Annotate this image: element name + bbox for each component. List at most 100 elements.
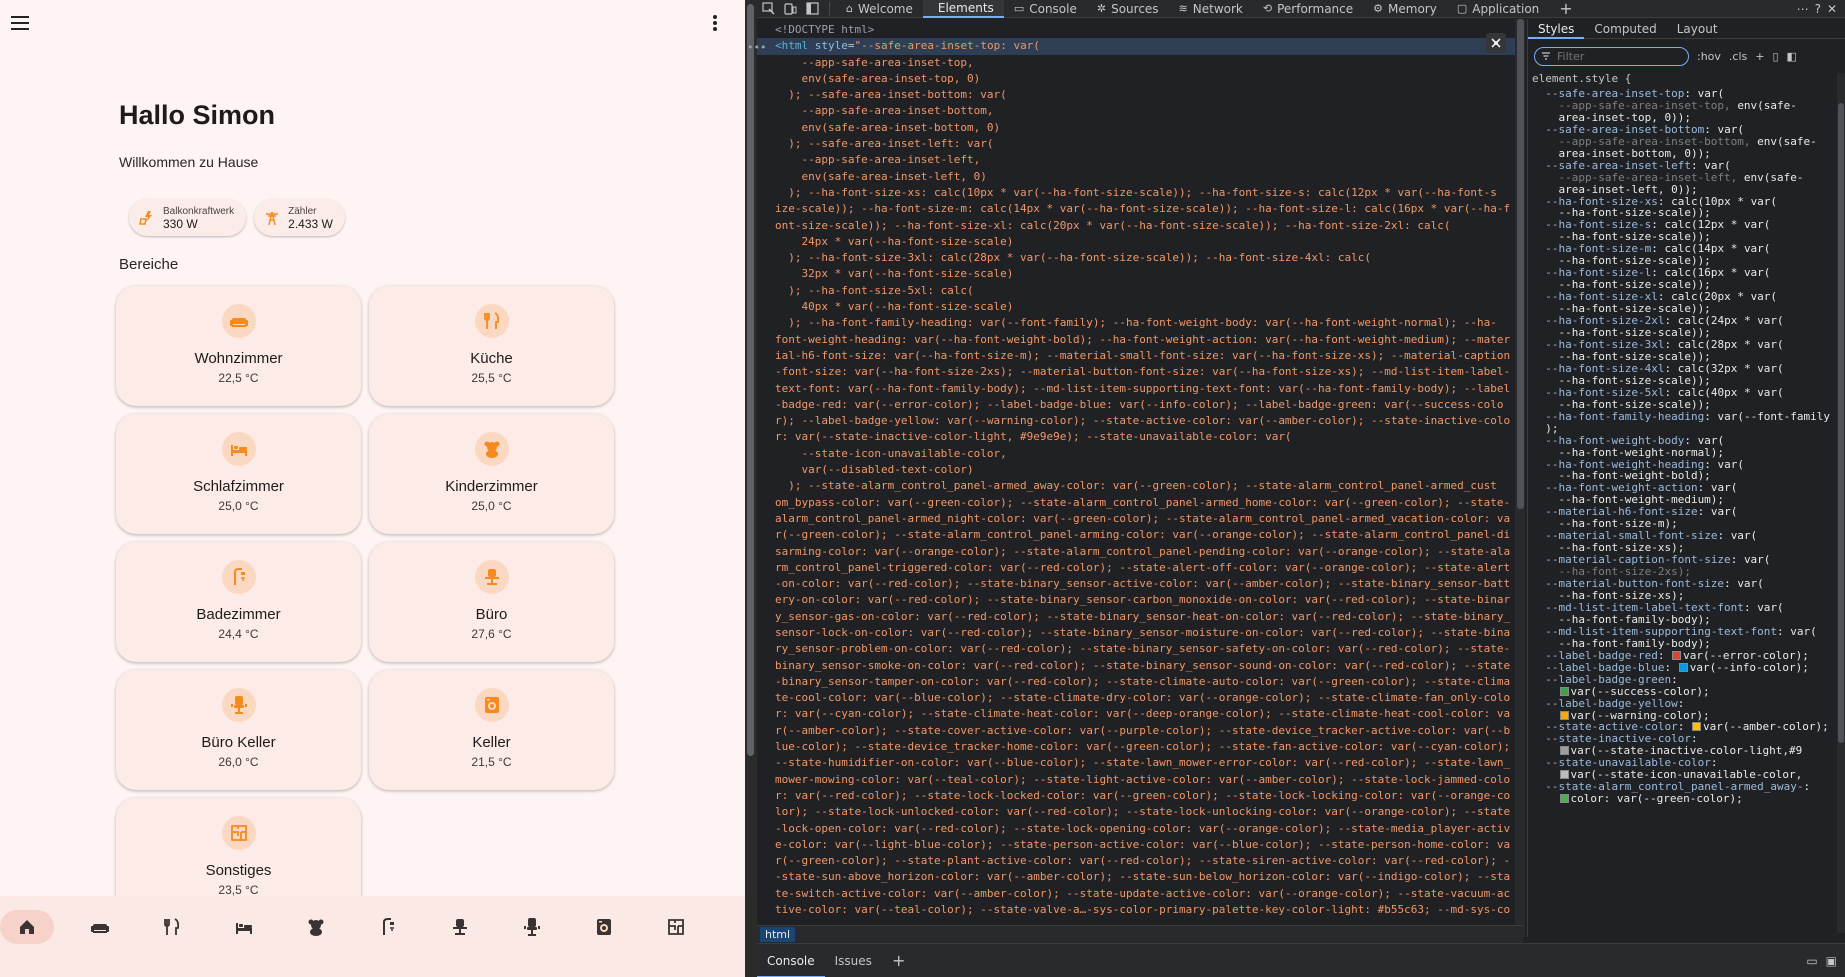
styles-filter-row: :hov .cls + ▯ ◧	[1528, 39, 1845, 73]
color-swatch[interactable]	[1678, 662, 1688, 672]
nav-item-washing-machine[interactable]	[568, 910, 640, 944]
device-toolbar-button[interactable]	[779, 0, 801, 18]
area-card[interactable]: Büro 27,6 °C	[369, 542, 614, 662]
code-line: <html style="--safe-area-inset-top: var(	[757, 38, 1523, 55]
hamburger-menu-button[interactable]	[6, 11, 34, 35]
color-swatch[interactable]	[1559, 794, 1569, 804]
tab-performance[interactable]: ⟲ Performance	[1253, 0, 1363, 18]
color-swatch[interactable]	[1559, 710, 1569, 720]
code-line: 40px * var(--ha-font-size-scale)	[775, 300, 1014, 314]
more-options-icon[interactable]: ⋯	[1797, 2, 1809, 16]
filter-icon	[1542, 52, 1550, 60]
inspect-icon	[761, 2, 775, 15]
area-icon-badge	[474, 432, 509, 466]
new-rule-icon[interactable]: +	[1755, 50, 1764, 63]
help-icon[interactable]: ?	[1815, 2, 1821, 16]
sidebar-toggle-icon[interactable]: ◧	[1787, 50, 1797, 63]
area-icon-badge	[474, 304, 509, 338]
styles-tab-computed[interactable]: Computed	[1584, 19, 1666, 39]
nav-item-office-chair[interactable]	[496, 910, 568, 944]
area-icon-badge	[474, 560, 509, 594]
inspect-element-button[interactable]	[757, 0, 779, 18]
html-node-source[interactable]: <html style="--safe-area-inset-top: var(…	[757, 38, 1523, 918]
styles-tab-layout[interactable]: Layout	[1667, 19, 1728, 39]
color-swatch[interactable]	[1672, 650, 1682, 660]
shower-icon	[233, 568, 245, 585]
tab-elements[interactable]: Elements	[922, 0, 1004, 18]
scrollbar-thumb[interactable]	[747, 4, 754, 756]
nav-item-shower[interactable]	[352, 910, 424, 944]
tab-welcome[interactable]: ⌂ Welcome	[836, 0, 923, 18]
hover-state-toggle[interactable]: :hov	[1697, 50, 1721, 63]
class-toggle[interactable]: .cls	[1729, 50, 1747, 63]
pin-button[interactable]	[1486, 33, 1506, 53]
styles-tab-styles[interactable]: Styles	[1528, 19, 1585, 39]
scrollbar-thumb[interactable]	[1517, 19, 1524, 509]
dock-icon[interactable]: ▭	[1806, 954, 1817, 968]
color-swatch[interactable]	[1559, 746, 1569, 756]
solar-power-icon	[139, 210, 152, 225]
nav-item-bed[interactable]	[208, 910, 280, 944]
area-card[interactable]: Wohnzimmer 22,5 °C	[116, 286, 361, 406]
badge-balkonkraftwerk[interactable]: Balkonkraftwerk 330 W	[129, 199, 247, 236]
code-line: --state-humidifier-on-color: var(--blue-…	[775, 756, 1511, 770]
nav-item-fork-knife[interactable]	[136, 910, 208, 944]
tab-network[interactable]: ≋ Network	[1169, 0, 1253, 18]
drawer-tab-console[interactable]: Console	[757, 944, 825, 977]
dock-side-button[interactable]	[801, 0, 823, 18]
code-line: te-switch-active-color: var(--amber-colo…	[775, 886, 1511, 900]
add-drawer-tab-button[interactable]: +	[882, 944, 915, 977]
color-format-icon[interactable]: ▯	[1772, 50, 1778, 63]
area-temperature: 25,5 °C	[471, 371, 512, 385]
color-swatch[interactable]	[1559, 686, 1569, 696]
drawer-tab-issues[interactable]: Issues	[825, 944, 882, 977]
doctype-line[interactable]: <!DOCTYPE html>	[757, 19, 1523, 38]
tab-console[interactable]: ▭ Console	[1004, 0, 1087, 18]
elements-scrollbar[interactable]	[1515, 19, 1525, 937]
area-card[interactable]: Büro Keller 26,0 °C	[116, 670, 361, 790]
code-line: font-weight-heading: var(--ha-font-weigh…	[775, 332, 1511, 346]
code-line: ont-size-scale)); --ha-font-size-xl: cal…	[775, 218, 1451, 232]
area-name: Schlafzimmer	[193, 478, 284, 495]
color-swatch[interactable]	[1559, 770, 1569, 780]
close-icon[interactable]: ✕	[1827, 2, 1837, 16]
style-declarations[interactable]: --safe-area-inset-top: var( --app-safe-a…	[1532, 87, 1845, 805]
badge-label: Zähler	[288, 205, 317, 217]
code-line: r(--amber-color); --state-cover-active-c…	[775, 723, 1511, 737]
floor-plan-icon	[668, 919, 684, 935]
tab-application[interactable]: ▢ Application	[1447, 0, 1549, 18]
area-icon-badge	[221, 432, 256, 466]
styles-filter-field[interactable]	[1534, 46, 1689, 66]
add-tab-button[interactable]: +	[1549, 0, 1582, 18]
breadcrumb-html[interactable]: html	[760, 927, 796, 942]
area-temperature: 25,0 °C	[218, 499, 259, 513]
nav-item-floor-plan[interactable]	[640, 910, 712, 944]
styles-filter-input[interactable]	[1557, 49, 1677, 63]
nav-item-home[interactable]	[0, 910, 54, 944]
desk-chair-icon	[453, 919, 467, 935]
sidebar-icon	[805, 2, 819, 15]
close-drawer-icon[interactable]: ▣	[1826, 954, 1837, 968]
area-card[interactable]: Keller 21,5 °C	[369, 670, 614, 790]
nav-item-teddy-bear[interactable]	[280, 910, 352, 944]
styles-tabs: Styles Computed Layout	[1528, 19, 1845, 39]
overflow-menu-button[interactable]	[705, 11, 725, 35]
app-scrollbar[interactable]	[745, 0, 757, 977]
node-ellipsis-icon[interactable]: •••	[747, 41, 766, 54]
area-name: Sonstiges	[205, 862, 272, 879]
badge-zaehler[interactable]: Zähler 2.433 W	[254, 199, 345, 236]
styles-scrollbar[interactable]	[1837, 73, 1845, 933]
tab-memory[interactable]: ⚙ Memory	[1363, 0, 1447, 18]
scrollbar-thumb[interactable]	[1838, 103, 1844, 743]
area-card[interactable]: Badezimmer 24,4 °C	[116, 542, 361, 662]
section-title-areas: Bereiche	[119, 256, 179, 273]
tab-sources[interactable]: ✲ Sources	[1087, 0, 1169, 18]
nav-item-desk-chair[interactable]	[424, 910, 496, 944]
area-card[interactable]: Kinderzimmer 25,0 °C	[369, 414, 614, 534]
area-card[interactable]: Schlafzimmer 25,0 °C	[116, 414, 361, 534]
color-swatch[interactable]	[1691, 722, 1701, 732]
fork-knife-icon	[164, 918, 180, 935]
area-card[interactable]: Küche 25,5 °C	[369, 286, 614, 406]
nav-item-sofa[interactable]	[64, 910, 136, 944]
welcome-subtitle: Willkommen zu Hause	[119, 154, 259, 170]
